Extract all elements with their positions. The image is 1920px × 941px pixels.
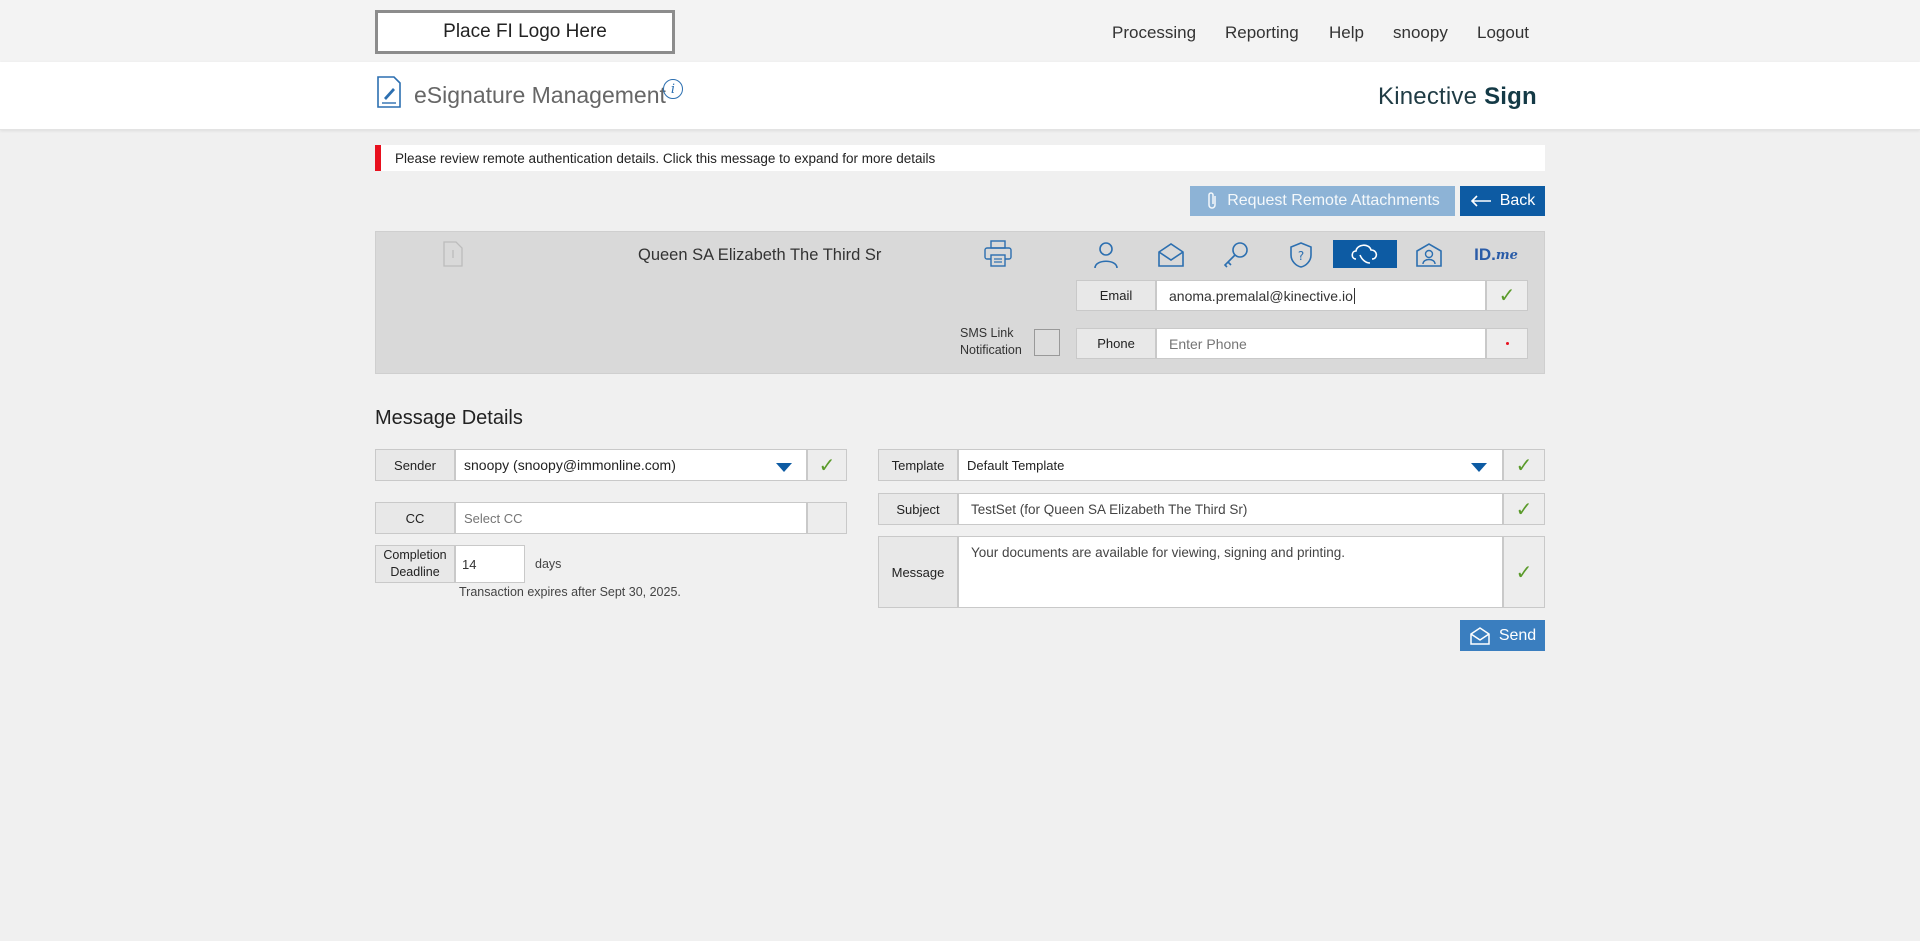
brand-bold: Sign [1484, 83, 1537, 110]
sender-check-cell: ✓ [807, 449, 847, 481]
email-check-cell: ✓ [1486, 280, 1528, 311]
svg-text:?: ? [1298, 249, 1304, 263]
text-cursor [1353, 287, 1355, 304]
phone-input[interactable] [1156, 328, 1486, 359]
check-icon: ✓ [1498, 285, 1516, 307]
message-textarea[interactable]: Your documents are available for viewing… [958, 536, 1503, 608]
subject-check-cell: ✓ [1503, 493, 1545, 525]
subject-value: TestSet (for Queen SA Elizabeth The Thir… [971, 501, 1248, 517]
nav-help[interactable]: Help [1329, 23, 1364, 43]
template-check-cell: ✓ [1503, 449, 1545, 481]
auth-tab-person[interactable] [1080, 240, 1132, 270]
envelope-icon [1470, 626, 1490, 645]
subject-label-text: Subject [896, 501, 940, 517]
check-icon: ✓ [1515, 454, 1533, 477]
logo-text: Place FI Logo Here [443, 21, 607, 42]
phone-label-text: Phone [1097, 336, 1135, 351]
deadline-value: 14 [462, 556, 477, 572]
auth-tab-phone[interactable] [1333, 240, 1397, 268]
page-title: eSignature Management [414, 82, 666, 108]
message-label: Message [878, 536, 958, 608]
check-icon: ✓ [818, 454, 836, 477]
page-header [0, 62, 1920, 130]
message-label-text: Message [891, 564, 945, 580]
brand-regular: Kinective [1378, 83, 1485, 110]
request-remote-attachments-label: Request Remote Attachments [1227, 192, 1440, 209]
cc-label-text: CC [405, 510, 425, 526]
auth-tab-security-question[interactable]: ? [1275, 240, 1327, 270]
check-icon: ✓ [1515, 561, 1533, 584]
send-button[interactable]: Send [1460, 620, 1545, 651]
subject-input[interactable]: TestSet (for Queen SA Elizabeth The Thir… [958, 493, 1503, 525]
email-label: Email [1076, 280, 1156, 311]
sender-label: Sender [375, 449, 455, 481]
template-label: Template [878, 449, 958, 481]
info-icon[interactable]: i [663, 79, 683, 99]
subject-label: Subject [878, 493, 958, 525]
nav-reporting[interactable]: Reporting [1225, 23, 1299, 43]
email-value: anoma.premalal@kinective.io [1169, 287, 1353, 304]
sms-label-line2: Notification [960, 343, 1022, 357]
check-icon: ✓ [1515, 498, 1533, 521]
nav-processing[interactable]: Processing [1112, 23, 1196, 43]
email-field[interactable]: anoma.premalal@kinective.io [1156, 280, 1486, 311]
template-label-text: Template [891, 457, 945, 473]
email-label-text: Email [1099, 288, 1133, 303]
printer-icon[interactable] [983, 240, 1013, 268]
deadline-label-line2: Deadline [390, 565, 440, 579]
sender-label-text: Sender [394, 457, 436, 473]
phone-status-cell [1486, 328, 1528, 359]
nav-logout[interactable]: Logout [1477, 23, 1529, 43]
esignature-doc-icon [377, 76, 401, 108]
message-check-cell: ✓ [1503, 536, 1545, 608]
message-details-title: Message Details [375, 407, 523, 429]
send-label: Send [1498, 626, 1537, 644]
deadline-label-line1: Completion [383, 548, 447, 562]
template-value: Default Template [967, 457, 1065, 473]
alert-banner[interactable]: Please review remote authentication deta… [375, 145, 1545, 171]
envelope-icon [1158, 243, 1184, 267]
completion-deadline-label: Completion Deadline [375, 545, 455, 583]
id-card-icon [1416, 243, 1442, 267]
person-icon [1094, 242, 1118, 269]
idme-bold: ID. [1474, 245, 1496, 264]
document-icon [443, 241, 463, 267]
cc-label: CC [375, 502, 455, 534]
nav-user[interactable]: snoopy [1393, 23, 1448, 43]
dropdown-arrow-icon [1471, 463, 1487, 472]
shield-question-icon: ? [1290, 242, 1312, 268]
back-label: Back [1499, 192, 1536, 209]
completion-deadline-input[interactable]: 14 [455, 545, 525, 583]
sender-value: snoopy (snoopy@immonline.com) [464, 457, 676, 473]
cc-select[interactable] [455, 502, 807, 534]
fi-logo-placeholder: Place FI Logo Here [375, 10, 675, 54]
signer-name: Queen SA Elizabeth The Third Sr [638, 246, 882, 264]
message-value: Your documents are available for viewing… [971, 545, 1345, 560]
auth-tab-email[interactable] [1145, 240, 1197, 270]
phone-label: Phone [1076, 328, 1156, 359]
deadline-unit: days [535, 557, 562, 571]
brand-logo: Kinective Sign [1378, 83, 1537, 111]
required-dot-icon [1505, 342, 1509, 345]
transaction-expiry-text: Transaction expires after Sept 30, 2025. [459, 585, 681, 599]
back-button[interactable]: Back [1460, 186, 1545, 216]
top-bar [0, 0, 1920, 62]
auth-tab-idme[interactable]: ID. me [1470, 240, 1522, 270]
paperclip-icon [1208, 192, 1216, 209]
request-remote-attachments-button[interactable]: Request Remote Attachments [1190, 186, 1455, 216]
phone-cloud-icon [1351, 244, 1378, 264]
sms-link-notification-label: SMS Link Notification [960, 325, 1022, 359]
cc-status-cell [807, 502, 847, 534]
template-select[interactable]: Default Template [958, 449, 1503, 481]
sms-label-line1: SMS Link [960, 326, 1014, 340]
auth-tab-key[interactable] [1210, 240, 1262, 270]
sms-link-notification-checkbox[interactable] [1034, 329, 1060, 356]
arrow-left-icon [1470, 195, 1491, 207]
dropdown-arrow-icon [776, 463, 792, 472]
key-icon [1223, 242, 1248, 268]
sender-select[interactable]: snoopy (snoopy@immonline.com) [455, 449, 807, 481]
alert-text: Please review remote authentication deta… [395, 150, 936, 166]
auth-tab-id-card[interactable] [1403, 240, 1455, 270]
idme-italic: me [1495, 247, 1518, 263]
